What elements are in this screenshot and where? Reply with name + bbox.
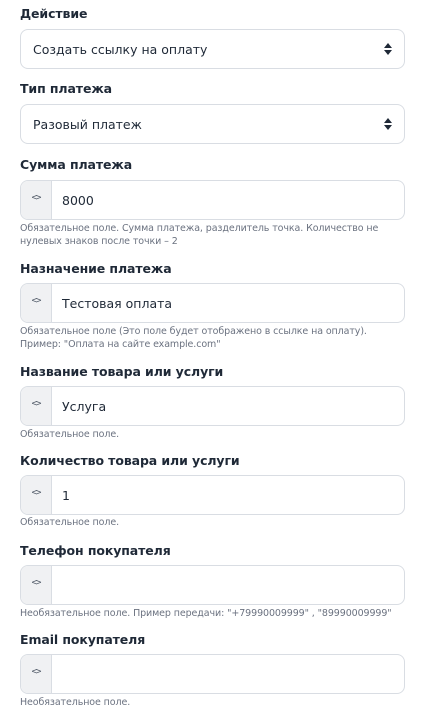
amount-field[interactable]: <> 8000 [20, 180, 405, 220]
amount-hint: Обязательное поле. Сумма платежа, раздел… [20, 223, 379, 247]
product-name-field[interactable]: <> Услуга [20, 386, 405, 426]
amount-label: Сумма платежа [20, 157, 133, 172]
action-select-value: Создать ссылку на оплату [33, 41, 208, 57]
action-select[interactable]: Создать ссылку на оплату [20, 29, 405, 69]
sort-arrows-icon [384, 118, 392, 130]
product-quantity-hint: Обязательное поле. [20, 517, 120, 528]
code-icon: <> [21, 387, 52, 425]
sort-arrows-icon [384, 43, 392, 55]
product-quantity-input[interactable]: 1 [52, 476, 404, 514]
code-icon: <> [21, 284, 52, 322]
buyer-email-field[interactable]: <> [20, 654, 405, 694]
buyer-phone-hint: Необязательное поле. Пример передачи: "+… [20, 608, 392, 619]
code-icon: <> [21, 476, 52, 514]
purpose-label: Назначение платежа [20, 261, 172, 276]
payment-type-select-value: Разовый платеж [33, 116, 142, 132]
code-icon: <> [21, 181, 52, 219]
purpose-hint: Обязательное поле (Это поле будет отобра… [20, 326, 367, 350]
buyer-email-hint: Необязательное поле. [20, 697, 131, 708]
purpose-input[interactable]: Тестовая оплата [52, 284, 404, 322]
code-icon: <> [21, 655, 52, 693]
buyer-phone-field[interactable]: <> [20, 565, 405, 605]
purpose-field[interactable]: <> Тестовая оплата [20, 283, 405, 323]
buyer-email-label: Email покупателя [20, 632, 146, 647]
buyer-email-input[interactable] [52, 655, 404, 693]
product-name-label: Название товара или услуги [20, 364, 224, 379]
buyer-phone-input[interactable] [52, 566, 404, 604]
action-label: Действие [20, 6, 88, 21]
product-name-input[interactable]: Услуга [52, 387, 404, 425]
amount-input[interactable]: 8000 [52, 181, 404, 219]
product-quantity-label: Количество товара или услуги [20, 453, 240, 468]
product-name-hint: Обязательное поле. [20, 429, 120, 440]
product-quantity-field[interactable]: <> 1 [20, 475, 405, 515]
payment-type-select[interactable]: Разовый платеж [20, 104, 405, 144]
payment-type-label: Тип платежа [20, 81, 112, 96]
code-icon: <> [21, 566, 52, 604]
buyer-phone-label: Телефон покупателя [20, 543, 171, 558]
